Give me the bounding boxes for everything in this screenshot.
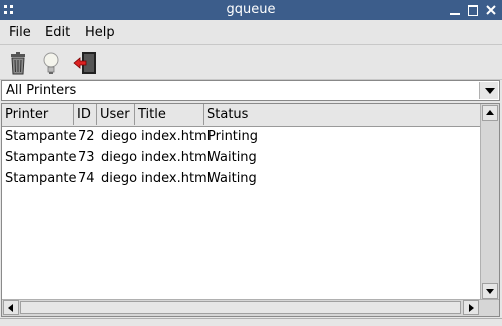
menu-bar: File Edit Help: [0, 20, 502, 45]
table-header: Printer ID User Title Status: [2, 104, 480, 127]
scroll-right-icon[interactable]: [463, 300, 479, 315]
table-row[interactable]: Stampante 73 diego index.html Waiting: [2, 148, 480, 169]
cell-printer: Stampante: [5, 171, 77, 186]
scroll-up-icon[interactable]: [482, 105, 498, 121]
lightbulb-icon[interactable]: [37, 49, 65, 77]
cell-status: Waiting: [208, 150, 257, 165]
title-bar[interactable]: gqueue: [0, 0, 502, 20]
printer-select[interactable]: All Printers: [1, 80, 500, 101]
printer-select-value: All Printers: [6, 83, 77, 98]
job-list: Printer ID User Title Status Stampante 7…: [1, 103, 500, 317]
cell-user: diego: [101, 171, 138, 186]
column-status[interactable]: Status: [204, 104, 480, 125]
column-id[interactable]: ID: [74, 104, 97, 125]
minimize-icon[interactable]: [448, 3, 462, 17]
cell-printer: Stampante: [5, 150, 77, 165]
cell-user: diego: [101, 129, 138, 144]
exit-door-icon[interactable]: [72, 49, 100, 77]
cell-user: diego: [101, 150, 138, 165]
scroll-down-icon[interactable]: [482, 283, 498, 299]
chevron-down-icon[interactable]: [479, 82, 498, 99]
column-printer[interactable]: Printer: [2, 104, 74, 125]
cell-id: 74: [78, 171, 95, 186]
close-icon[interactable]: [484, 3, 498, 17]
cell-printer: Stampante: [5, 129, 77, 144]
cell-title: index.html: [141, 129, 211, 144]
vertical-scrollbar[interactable]: [480, 104, 499, 300]
horizontal-scroll-thumb[interactable]: [20, 301, 461, 314]
menu-help[interactable]: Help: [85, 25, 115, 40]
scroll-left-icon[interactable]: [3, 300, 19, 315]
horizontal-scrollbar[interactable]: [2, 299, 499, 316]
toolbar: [0, 45, 502, 80]
cell-id: 73: [78, 150, 95, 165]
cell-title: index.html: [141, 150, 211, 165]
column-title[interactable]: Title: [135, 104, 204, 125]
cell-status: Printing: [208, 129, 259, 144]
table-row[interactable]: Stampante 74 diego index.html Waiting: [2, 169, 480, 190]
maximize-icon[interactable]: [466, 3, 480, 17]
cell-id: 72: [78, 129, 95, 144]
trash-icon[interactable]: [4, 49, 32, 77]
window-title: gqueue: [226, 2, 276, 17]
menu-file[interactable]: File: [9, 25, 31, 40]
column-user[interactable]: User: [97, 104, 135, 125]
table-row[interactable]: Stampante 72 diego index.html Printing: [2, 127, 480, 148]
cell-status: Waiting: [208, 171, 257, 186]
cell-title: index.html: [141, 171, 211, 186]
menu-edit[interactable]: Edit: [45, 25, 70, 40]
